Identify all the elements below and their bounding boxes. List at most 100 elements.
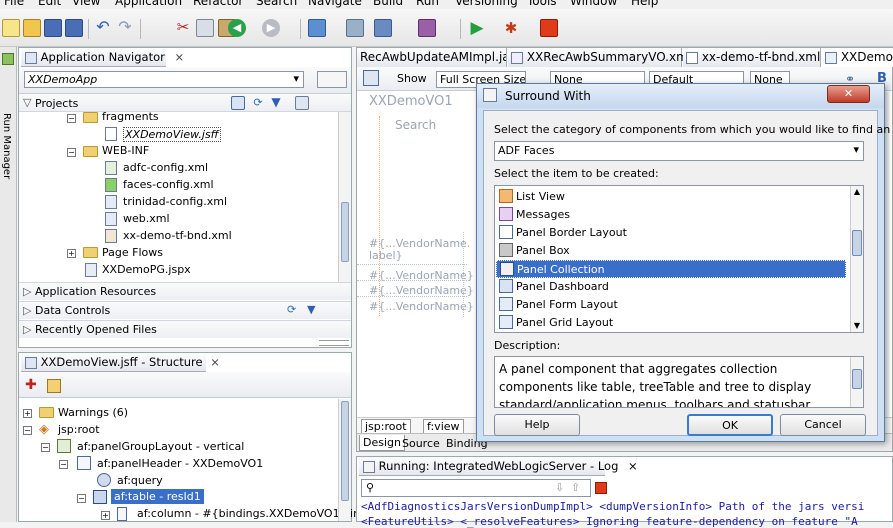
tree-item[interactable]: faces-config.xml [123,178,214,191]
ok-button[interactable]: OK [687,414,773,436]
list-item[interactable]: Messages [496,206,846,224]
collapse-icon[interactable]: − [77,494,86,503]
dock-icon[interactable] [2,53,14,65]
menu-refactor[interactable]: Refactor [193,0,243,8]
list-item[interactable]: Panel Box [496,242,846,260]
show-label[interactable]: Show [397,72,427,85]
save-icon[interactable] [44,19,62,37]
category-select[interactable]: ADF Faces ▾ [494,141,864,161]
help-button[interactable]: Help [494,414,580,436]
properties-icon[interactable] [47,379,61,393]
expand-icon[interactable]: + [23,409,32,418]
recently-opened-files-section[interactable]: ▷ Recently Opened Files [19,320,351,338]
structure-row[interactable]: af:panelHeader - XXDemoVO1 [97,457,263,470]
cancel-button[interactable]: Cancel [780,414,866,436]
menu-run[interactable]: Run [416,0,439,8]
tree-item[interactable]: adfc-config.xml [123,161,208,174]
tree-item[interactable]: Page Flows [102,246,163,259]
pin-icon[interactable]: ✚ [25,377,37,393]
item-list-scrollbar[interactable]: ▲ ▼ [850,186,863,332]
projects-header[interactable]: Projects [35,97,78,110]
item-list[interactable]: List View Messages Panel Border Layout P… [494,185,864,333]
list-item[interactable]: Panel Form Layout [496,296,846,314]
refresh-icon[interactable]: ⟳ [251,96,265,110]
tree-item[interactable]: XXDemoPG.jspx [102,263,191,276]
forward-icon[interactable]: ▶ [262,19,280,37]
editor-tab[interactable]: XXRecAwbSummaryVO.xml [508,48,691,67]
menu-versioning[interactable]: Versioning [455,0,518,8]
redo-icon[interactable]: ↷ [116,19,134,37]
structure-scrollbar[interactable] [338,399,351,521]
dialog-close-button[interactable]: ✕ [827,85,870,103]
arrow-down-icon[interactable]: ⇩ [555,481,564,494]
menu-tools[interactable]: Tools [527,0,557,8]
collapse-icon[interactable]: − [59,460,68,469]
list-item[interactable]: Panel Border Layout [496,224,846,242]
application-resources-section[interactable]: ▷ Application Resources [19,282,351,300]
collapse-icon[interactable]: − [67,114,76,123]
structure-row[interactable]: Warnings (6) [58,406,128,419]
close-icon[interactable]: × [175,50,185,64]
run-manager-tab[interactable]: Run Manager [1,113,12,179]
cut-icon[interactable]: ✂ [174,19,192,37]
search-icon[interactable] [231,96,245,110]
menu-search[interactable]: Search [256,0,297,8]
back-icon[interactable]: ◀ [228,19,246,37]
list-item[interactable]: Panel Grid Layout [496,314,846,332]
make-icon[interactable] [374,19,392,37]
collapse-icon[interactable]: − [67,148,76,157]
stop-icon[interactable] [595,482,607,494]
arrow-up-icon[interactable]: ⇧ [571,481,580,494]
undo-icon[interactable]: ↶ [94,19,112,37]
expand-icon[interactable]: + [67,249,76,258]
editor-tab[interactable]: RecAwbUpdateAMImpl.java× [357,48,507,67]
structure-row[interactable]: jsp:root [58,423,100,436]
splitter-handle[interactable] [319,340,349,346]
close-icon[interactable]: × [628,459,638,473]
tree-item[interactable]: WEB-INF [102,144,149,157]
menu-file[interactable]: File [4,0,24,8]
close-icon[interactable]: × [210,355,220,369]
run-icon[interactable]: ▶ [468,19,486,37]
menu-edit[interactable]: Edit [38,0,61,8]
list-item-selected[interactable]: Panel Collection [496,260,846,278]
tree-item[interactable]: web.xml [123,212,170,225]
refresh-view-icon[interactable] [363,70,379,86]
breadcrumb-item[interactable]: f:view [423,419,464,434]
sort-icon[interactable] [295,96,309,110]
breadcrumb-item[interactable]: jsp:root [361,419,411,434]
structure-row-selected[interactable]: af:table - resId1 [111,489,204,504]
menu-view[interactable]: View [72,0,100,8]
log-tab[interactable]: Running: IntegratedWebLogicServer - Log … [359,457,638,476]
structure-row[interactable]: af:panelGroupLayout - vertical [77,440,244,453]
data-controls-section[interactable]: ▷ Data Controls ⟳ ▼ [19,301,351,319]
list-item[interactable]: Panel Dashboard [496,278,846,296]
tree-item[interactable]: xx-demo-tf-bnd.xml [123,229,232,242]
build-icon[interactable] [346,19,364,37]
menu-application[interactable]: Application [115,0,182,8]
tree-item[interactable]: trinidad-config.xml [123,195,227,208]
editor-tab-active[interactable]: XXDemoPG [822,48,893,67]
open-folder-icon[interactable] [23,19,41,37]
collapse-icon[interactable]: − [23,426,32,435]
chevron-down-icon[interactable]: ▽ [23,96,31,109]
debug-icon[interactable]: ✱ [502,19,520,37]
structure-row[interactable]: af:query [117,474,163,487]
description-scrollbar[interactable] [850,357,863,407]
save-all-icon[interactable] [65,19,83,37]
stop-icon[interactable] [540,19,558,37]
new-icon[interactable] [2,19,20,37]
tree-item-selected[interactable]: XXDemoView.jsff [123,127,221,142]
application-selector[interactable]: XXDemoApp ▾ [24,71,304,88]
navigate-icon[interactable] [308,19,326,37]
menu-build[interactable]: Build [373,0,403,8]
copy-icon[interactable] [196,19,214,37]
menu-help[interactable]: Help [631,0,658,8]
tree-item[interactable]: fragments [102,110,159,123]
menu-navigate[interactable]: Navigate [308,0,362,8]
filter-icon[interactable]: ▼ [307,303,315,316]
application-navigator-tab[interactable]: Application Navigator × [21,48,184,67]
editor-tab[interactable]: xx-demo-tf-bnd.xml [683,48,821,67]
application-menu-button[interactable] [317,71,347,88]
navigator-scrollbar[interactable] [338,112,351,282]
